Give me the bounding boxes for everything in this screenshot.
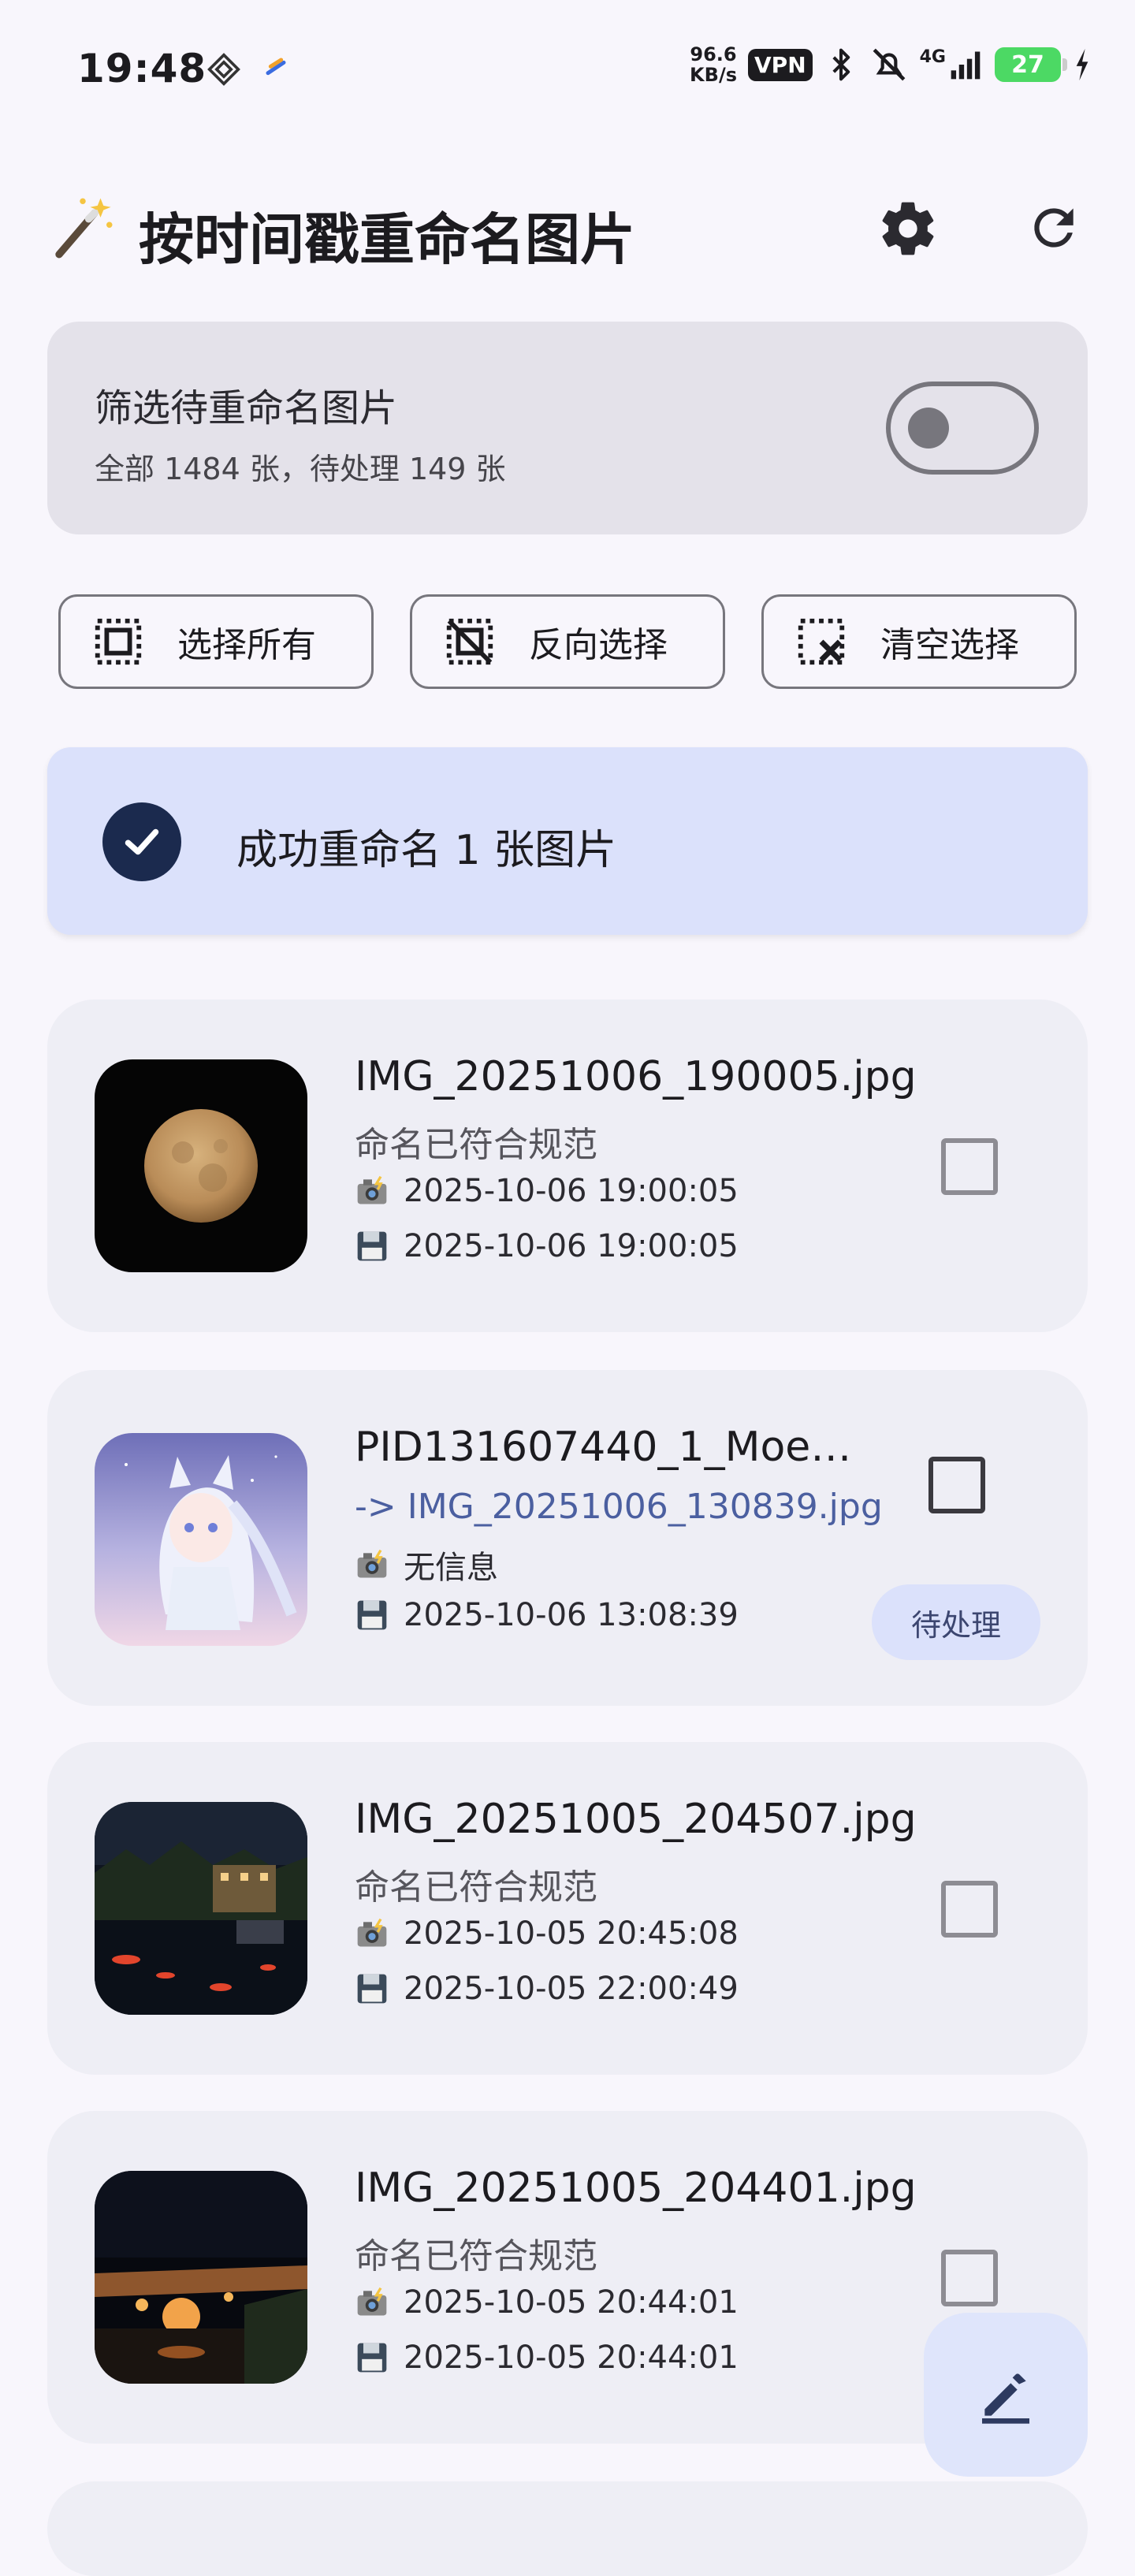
camera-flash-icon	[357, 1918, 387, 1947]
magic-wand-icon	[55, 198, 113, 259]
filter-card: 筛选待重命名图片 全部 1484 张，待处理 149 张	[47, 322, 1088, 534]
thumbnail-anime-girl	[95, 1433, 307, 1646]
rename-status: 命名已符合规范	[355, 1867, 597, 1908]
invert-selection-button[interactable]: 反向选择	[410, 594, 725, 689]
image-card[interactable]: PID131607440_1_MoeStudio.jpg -> IMG_2025…	[47, 1370, 1088, 1706]
rename-fab-button[interactable]	[924, 2313, 1088, 2477]
network-type: 4G	[920, 47, 984, 82]
camera-flash-icon	[357, 1549, 387, 1578]
saved-time: 2025-10-06 13:08:39	[404, 1597, 739, 1633]
select-checkbox[interactable]	[928, 1457, 985, 1513]
page-title: 按时间戳重命名图片	[139, 207, 635, 272]
taken-time-row: 无信息	[355, 1542, 498, 1588]
check-circle-icon	[102, 802, 181, 881]
refresh-icon[interactable]	[1025, 199, 1083, 257]
floppy-disk-icon	[357, 1974, 387, 2004]
taken-time: 2025-10-05 20:44:01	[404, 2284, 739, 2321]
taken-time-row: 2025-10-05 20:45:08	[355, 1915, 739, 1952]
vpn-badge: VPN	[748, 48, 813, 81]
deselect-icon	[446, 618, 493, 665]
status-time: 19:48	[77, 46, 207, 91]
toggle-knob	[908, 408, 949, 449]
taken-time: 2025-10-06 19:00:05	[404, 1173, 739, 1209]
select-checkbox[interactable]	[941, 2250, 998, 2306]
floppy-disk-icon	[357, 1231, 387, 1261]
rename-status: 命名已符合规范	[355, 2236, 597, 2276]
select-checkbox[interactable]	[941, 1881, 998, 1938]
invert-selection-label: 反向选择	[529, 625, 668, 665]
thumbnail-night-river	[95, 1802, 307, 2015]
camera-flash-icon	[357, 2287, 387, 2316]
taken-time: 无信息	[404, 1550, 498, 1586]
battery-indicator: 27	[995, 47, 1067, 82]
image-card[interactable]: IMG_20251005_204507.jpg 命名已符合规范 2025-10-…	[47, 1742, 1088, 2075]
file-name: IMG_20251006_190005.jpg	[355, 1053, 917, 1100]
clear-selection-label: 清空选择	[880, 625, 1019, 665]
floppy-disk-icon	[357, 1600, 387, 1630]
selection-actions: 选择所有 反向选择 清空选择	[58, 594, 1077, 689]
clear-selection-icon	[798, 618, 845, 665]
camera-flash-icon	[357, 1175, 387, 1204]
clear-selection-button[interactable]: 清空选择	[761, 594, 1077, 689]
diamond-icon	[207, 53, 240, 86]
filter-title: 筛选待重命名图片	[95, 386, 398, 430]
feather-icon	[266, 58, 286, 76]
new-file-name: -> IMG_20251006_130839.jpg	[355, 1487, 883, 1527]
saved-time: 2025-10-05 20:44:01	[404, 2340, 739, 2376]
gear-icon[interactable]	[876, 197, 940, 260]
saved-time-row: 2025-10-05 22:00:49	[355, 1971, 739, 2007]
net-speed: 96.6 KB/s	[690, 43, 737, 86]
select-all-icon	[95, 618, 142, 665]
saved-time-row: 2025-10-05 20:44:01	[355, 2340, 739, 2376]
image-card[interactable]: IMG_20251006_190005.jpg 命名已符合规范 2025-10-…	[47, 1000, 1088, 1332]
status-bar: 19:48 96.6 KB/s VPN 4G 27	[0, 0, 1135, 142]
saved-time: 2025-10-06 19:00:05	[404, 1228, 739, 1264]
thumbnail-moon	[95, 1059, 307, 1272]
floppy-disk-icon	[357, 2343, 387, 2373]
edit-pencil-icon	[982, 2373, 1029, 2424]
select-checkbox[interactable]	[941, 1138, 998, 1195]
mute-bell-icon	[873, 48, 905, 81]
saved-time-row: 2025-10-06 19:00:05	[355, 1228, 739, 1264]
success-message: 成功重命名 1 张图片	[236, 827, 617, 874]
image-card[interactable]	[47, 2481, 1088, 2576]
filter-toggle[interactable]	[886, 382, 1039, 475]
signal-icon	[951, 51, 981, 80]
saved-time: 2025-10-05 22:00:49	[404, 1971, 739, 2007]
select-all-button[interactable]: 选择所有	[58, 594, 374, 689]
file-name: PID131607440_1_MoeStudio.jpg	[355, 1424, 859, 1471]
pending-badge: 待处理	[872, 1584, 1040, 1660]
file-name: IMG_20251005_204507.jpg	[355, 1796, 917, 1843]
app-bar: 按时间戳重命名图片	[0, 173, 1135, 284]
file-name: IMG_20251005_204401.jpg	[355, 2165, 917, 2212]
select-all-label: 选择所有	[177, 625, 316, 665]
taken-time-row: 2025-10-05 20:44:01	[355, 2284, 739, 2321]
taken-time: 2025-10-05 20:45:08	[404, 1915, 739, 1952]
charging-icon	[1076, 48, 1088, 81]
filter-summary: 全部 1484 张，待处理 149 张	[95, 452, 506, 486]
bluetooth-icon	[832, 48, 850, 81]
saved-time-row: 2025-10-06 13:08:39	[355, 1597, 739, 1633]
success-banner: 成功重命名 1 张图片	[47, 747, 1088, 935]
rename-status: 命名已符合规范	[355, 1125, 597, 1165]
taken-time-row: 2025-10-06 19:00:05	[355, 1173, 739, 1209]
thumbnail-lantern-river	[95, 2171, 307, 2384]
